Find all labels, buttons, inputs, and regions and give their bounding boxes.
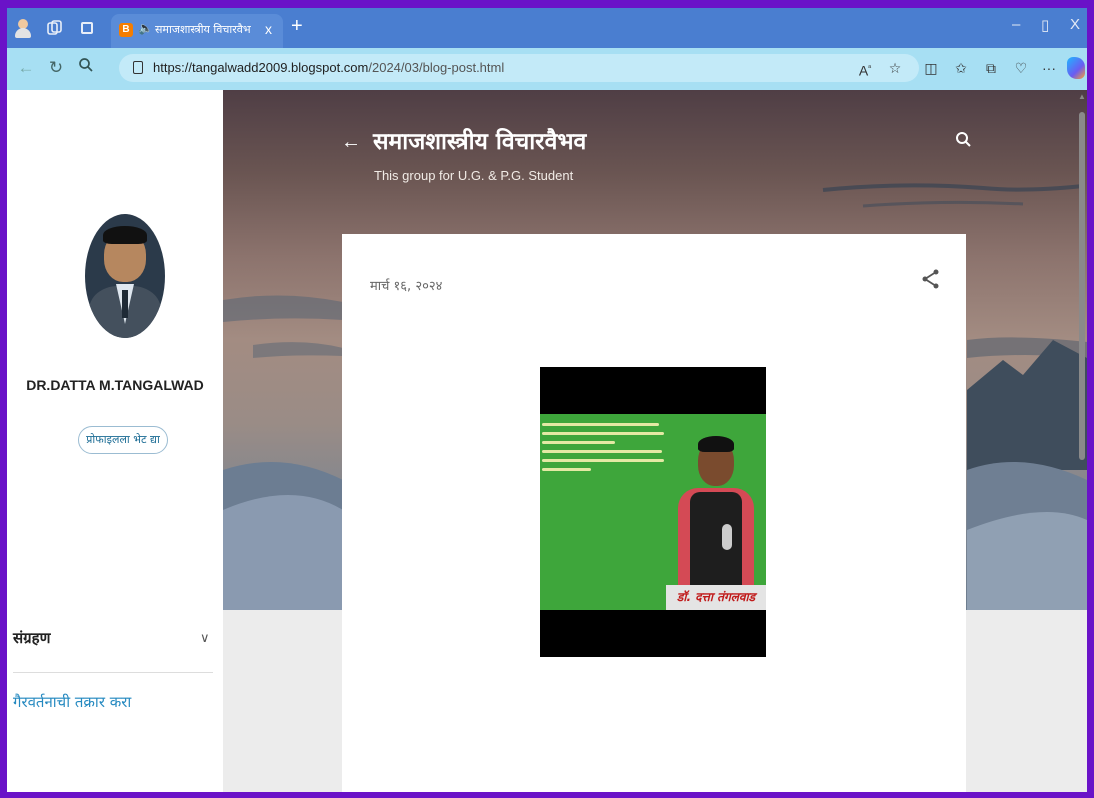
post-date[interactable]: मार्च १६, २०२४ <box>370 276 442 294</box>
post-card: मार्च १६, २०२४ डॉ. दत्ता तंगलवाड <box>342 234 966 792</box>
browser-essentials-icon[interactable]: ♡ <box>1011 58 1031 78</box>
tab-close-button[interactable]: x <box>265 21 272 37</box>
blogger-favicon-icon: B <box>119 23 133 37</box>
blog-title[interactable]: समाजशास्त्रीय विचारवैभव <box>373 124 586 156</box>
back-button[interactable]: ← <box>15 57 37 79</box>
scrollbar-thumb[interactable] <box>1079 112 1085 460</box>
favorites-icon[interactable]: ✩ <box>951 58 971 78</box>
copilot-icon[interactable] <box>1067 57 1085 79</box>
site-info-icon[interactable] <box>133 61 143 74</box>
visit-profile-button[interactable]: प्रोफाइलला भेट द्या <box>78 426 168 454</box>
minimize-button[interactable]: – <box>1012 16 1020 33</box>
tab-strip: B 🔈 समाजशास्त्रीय विचारवैभव x + – ▯ X <box>7 8 1087 48</box>
image-text-lines <box>542 423 664 477</box>
profile-icon[interactable] <box>13 18 33 38</box>
avatar[interactable] <box>85 214 165 338</box>
profile-name: DR.DATTA M.TANGALWAD <box>26 377 204 393</box>
sidebar: DR.DATTA M.TANGALWAD प्रोफाइलला भेट द्या… <box>7 90 223 792</box>
favorite-star-icon[interactable]: ☆ <box>885 58 905 78</box>
image-caption: डॉ. दत्ता तंगलवाड <box>666 585 766 610</box>
read-aloud-icon[interactable]: Aᵃ <box>855 58 875 79</box>
post-image[interactable]: डॉ. दत्ता तंगलवाड <box>540 367 766 657</box>
address-toolbar: ← ↻ https://tangalwadd2009.blogspot.com/… <box>7 48 1087 90</box>
url-text: https://tangalwadd2009.blogspot.com/2024… <box>153 60 504 75</box>
refresh-button[interactable]: ↻ <box>45 57 67 79</box>
chevron-down-icon: ∨ <box>200 630 210 645</box>
archive-toggle[interactable]: संग्रहण ∨ <box>7 625 223 655</box>
more-menu-icon[interactable]: ··· <box>1039 58 1059 78</box>
collections-icon[interactable]: ⧉ <box>981 58 1001 78</box>
split-screen-icon[interactable]: ◫ <box>921 58 941 78</box>
back-arrow-icon[interactable]: ← <box>341 131 361 154</box>
new-tab-button[interactable]: + <box>291 15 303 38</box>
blog-search-icon[interactable] <box>954 130 974 150</box>
workspaces-icon[interactable] <box>45 18 65 38</box>
audio-icon[interactable]: 🔈 <box>138 21 153 35</box>
tab-title: समाजशास्त्रीय विचारवैभव <box>155 23 251 36</box>
sidebar-divider <box>13 672 213 673</box>
close-window-button[interactable]: X <box>1070 16 1080 33</box>
report-abuse-link[interactable]: गैरवर्तनाची तक्रार करा <box>13 692 131 712</box>
browser-window: B 🔈 समाजशास्त्रीय विचारवैभव x + – ▯ X ← … <box>7 8 1087 792</box>
share-icon[interactable] <box>920 268 942 290</box>
tab-active[interactable]: B 🔈 समाजशास्त्रीय विचारवैभव x <box>111 14 283 48</box>
address-bar[interactable]: https://tangalwadd2009.blogspot.com/2024… <box>119 54 919 82</box>
restore-button[interactable]: ▯ <box>1041 16 1049 34</box>
tab-actions-icon[interactable] <box>77 18 97 38</box>
archive-label: संग्रहण <box>13 629 51 647</box>
blog-page: DR.DATTA M.TANGALWAD प्रोफाइलला भेट द्या… <box>7 90 1087 792</box>
search-icon[interactable] <box>75 57 97 79</box>
blog-subtitle: This group for U.G. & P.G. Student <box>374 168 574 183</box>
url-path: /2024/03/blog-post.html <box>368 60 505 75</box>
url-host: https://tangalwadd2009.blogspot.com <box>153 60 369 75</box>
page-scrollbar[interactable]: ▲ <box>1077 90 1087 792</box>
scroll-up-icon[interactable]: ▲ <box>1078 92 1086 101</box>
speaker-photo <box>678 432 754 610</box>
